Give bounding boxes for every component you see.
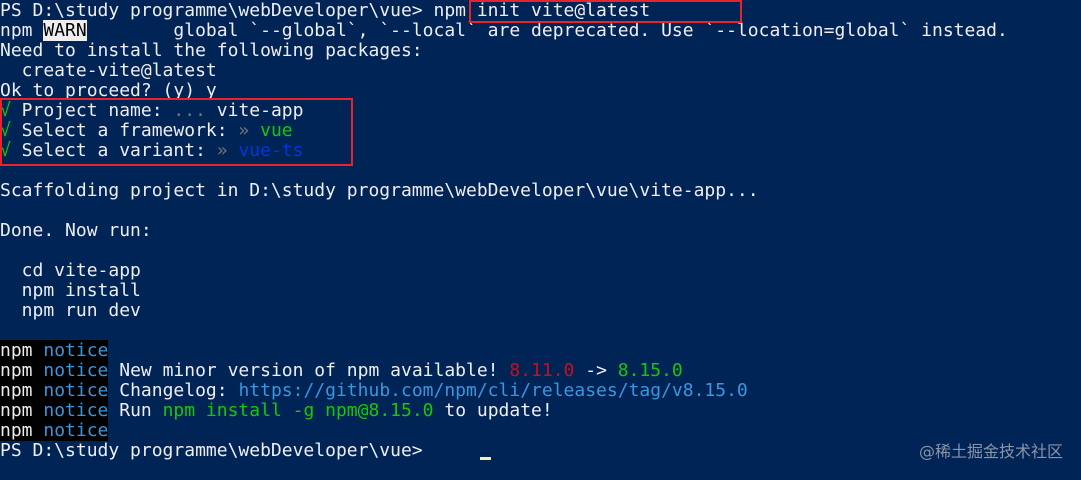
prompt: PS D:\study programme\webDeveloper\vue> bbox=[0, 0, 434, 21]
notice-text: Changelog: bbox=[108, 380, 239, 401]
package-line: create-vite@latest bbox=[0, 60, 217, 81]
framework-value: vue bbox=[260, 120, 293, 141]
notice-text-tail: to update! bbox=[433, 400, 553, 421]
command-text: npm init vite@latest bbox=[433, 0, 651, 21]
arrow-icon: » bbox=[216, 140, 239, 161]
prompt: PS D:\study programme\webDeveloper\vue> bbox=[0, 440, 434, 461]
warn-line: npm WARN global `--global`, `--local` ar… bbox=[0, 20, 1008, 41]
changelog-link[interactable]: https://github.com/npm/cli/releases/tag/… bbox=[238, 380, 747, 401]
notice-badge: notice bbox=[43, 360, 109, 381]
notice-badge: notice bbox=[43, 420, 109, 441]
terminal-window[interactable]: PS D:\study programme\webDeveloper\vue> … bbox=[0, 0, 1081, 480]
npm-label: npm bbox=[0, 420, 33, 441]
project-name-label: Project name: bbox=[10, 100, 174, 121]
dev-instruction: npm run dev bbox=[0, 300, 141, 321]
install-instruction: npm install bbox=[0, 280, 141, 301]
npm-label: npm bbox=[0, 20, 44, 41]
arrow-icon: » bbox=[238, 120, 261, 141]
check-icon: √ bbox=[0, 120, 11, 141]
notice-badge: notice bbox=[43, 340, 109, 361]
text-cursor bbox=[480, 457, 491, 460]
old-version: 8.11.0 bbox=[509, 360, 575, 381]
cd-instruction: cd vite-app bbox=[0, 260, 141, 281]
notice-line-5: npm notice bbox=[0, 420, 109, 441]
framework-label: Select a framework: bbox=[10, 120, 239, 141]
proceed-line: Ok to proceed? (y) y bbox=[0, 80, 217, 101]
npm-label: npm bbox=[0, 400, 33, 421]
watermark: @稀土掘金技术社区 bbox=[918, 442, 1063, 461]
notice-text: New minor version of npm available! bbox=[108, 360, 510, 381]
notice-line-4: npm notice Run npm install -g npm@8.15.0… bbox=[0, 400, 553, 421]
warn-message: global `--global`, `--local` are depreca… bbox=[86, 20, 1008, 41]
final-prompt-line[interactable]: PS D:\study programme\webDeveloper\vue> bbox=[0, 441, 433, 461]
notice-text: Run bbox=[108, 400, 163, 421]
variant-line: √ Select a variant: » vue-ts bbox=[0, 141, 303, 161]
update-command: npm install -g npm@8.15.0 bbox=[162, 400, 434, 421]
framework-line: √ Select a framework: » vue bbox=[0, 121, 293, 141]
npm-label: npm bbox=[0, 340, 33, 361]
version-arrow: -> bbox=[574, 360, 618, 381]
project-name-line: √ Project name: ... vite-app bbox=[0, 101, 303, 121]
command-line-1: PS D:\study programme\webDeveloper\vue> … bbox=[0, 1, 650, 21]
install-notice-line: Need to install the following packages: bbox=[0, 40, 423, 61]
notice-line-2: npm notice New minor version of npm avai… bbox=[0, 360, 683, 381]
check-icon: √ bbox=[0, 140, 11, 161]
npm-label: npm bbox=[0, 380, 33, 401]
notice-badge: notice bbox=[43, 400, 109, 421]
npm-label: npm bbox=[0, 360, 33, 381]
new-version: 8.15.0 bbox=[617, 360, 683, 381]
notice-line-3: npm notice Changelog: https://github.com… bbox=[0, 380, 748, 401]
variant-label: Select a variant: bbox=[10, 140, 217, 161]
scaffolding-line: Scaffolding project in D:\study programm… bbox=[0, 180, 759, 201]
notice-badge: notice bbox=[43, 380, 109, 401]
variant-value: vue-ts bbox=[238, 140, 304, 161]
warn-badge: WARN bbox=[43, 20, 87, 41]
check-icon: √ bbox=[0, 100, 11, 121]
notice-line-1: npm notice bbox=[0, 340, 109, 361]
ellipsis: ... bbox=[173, 100, 217, 121]
project-name-value: vite-app bbox=[216, 100, 304, 121]
done-line: Done. Now run: bbox=[0, 220, 152, 241]
